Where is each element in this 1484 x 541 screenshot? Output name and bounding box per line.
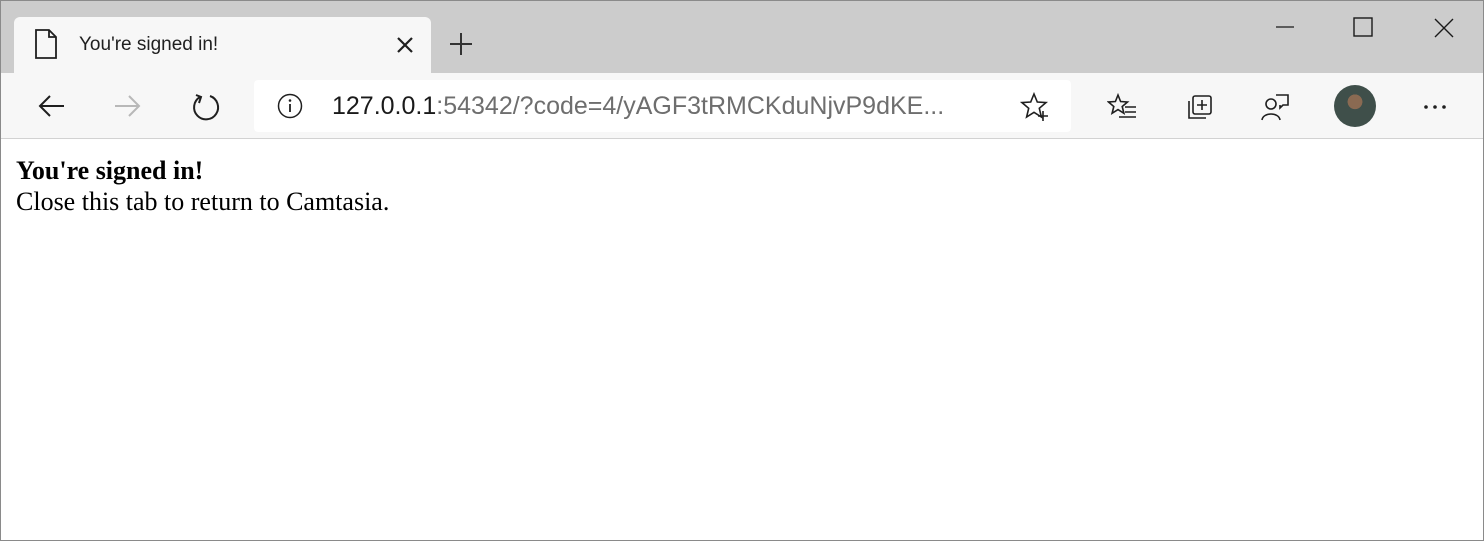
favorites-button[interactable] — [1101, 86, 1141, 126]
minimize-icon — [1276, 26, 1294, 28]
arrow-left-icon — [38, 95, 64, 117]
ellipsis-icon — [1424, 105, 1446, 109]
window-close-button[interactable] — [1413, 7, 1473, 47]
url-text[interactable]: 127.0.0.1:54342/?code=4/yAGF3tRMCKduNjvP… — [332, 91, 1002, 121]
info-icon[interactable] — [277, 93, 303, 119]
plus-icon — [450, 33, 472, 55]
new-tab-button[interactable] — [447, 30, 475, 58]
back-button[interactable] — [31, 86, 71, 126]
refresh-icon — [193, 94, 220, 121]
refresh-button[interactable] — [185, 86, 225, 126]
address-bar[interactable]: 127.0.0.1:54342/?code=4/yAGF3tRMCKduNjvP… — [254, 80, 1071, 132]
forward-button[interactable] — [108, 86, 148, 126]
collections-button[interactable] — [1178, 86, 1218, 126]
star-plus-icon — [1019, 91, 1049, 121]
feedback-button[interactable] — [1254, 86, 1294, 126]
favorites-list-icon — [1107, 92, 1136, 118]
page-heading: You're signed in! — [16, 156, 204, 185]
collections-icon — [1188, 95, 1212, 119]
page-content: You're signed in! Close this tab to retu… — [1, 140, 1483, 540]
tab-active[interactable]: You're signed in! — [14, 17, 431, 73]
avatar[interactable] — [1334, 85, 1376, 127]
add-favorite-button[interactable] — [1019, 91, 1050, 122]
browser-window: You're signed in! 127.0.0.1:54342/?code=… — [0, 0, 1484, 541]
maximize-icon — [1353, 17, 1373, 37]
page-icon — [34, 29, 58, 59]
close-icon — [1434, 18, 1454, 38]
tab-title: You're signed in! — [79, 34, 219, 55]
minimize-button[interactable] — [1255, 7, 1315, 47]
page-message: Close this tab to return to Camtasia. — [16, 187, 390, 216]
url-host: 127.0.0.1 — [332, 92, 437, 120]
more-button[interactable] — [1415, 86, 1455, 126]
toolbar: 127.0.0.1:54342/?code=4/yAGF3tRMCKduNjvP… — [1, 73, 1483, 139]
tab-strip: You're signed in! — [1, 1, 1483, 73]
feedback-icon — [1261, 94, 1289, 121]
tab-close-icon[interactable] — [394, 34, 416, 56]
maximize-button[interactable] — [1333, 7, 1393, 47]
url-path: :54342/?code=4/yAGF3tRMCKduNjvP9dKE... — [436, 92, 945, 120]
arrow-right-icon — [115, 95, 141, 117]
